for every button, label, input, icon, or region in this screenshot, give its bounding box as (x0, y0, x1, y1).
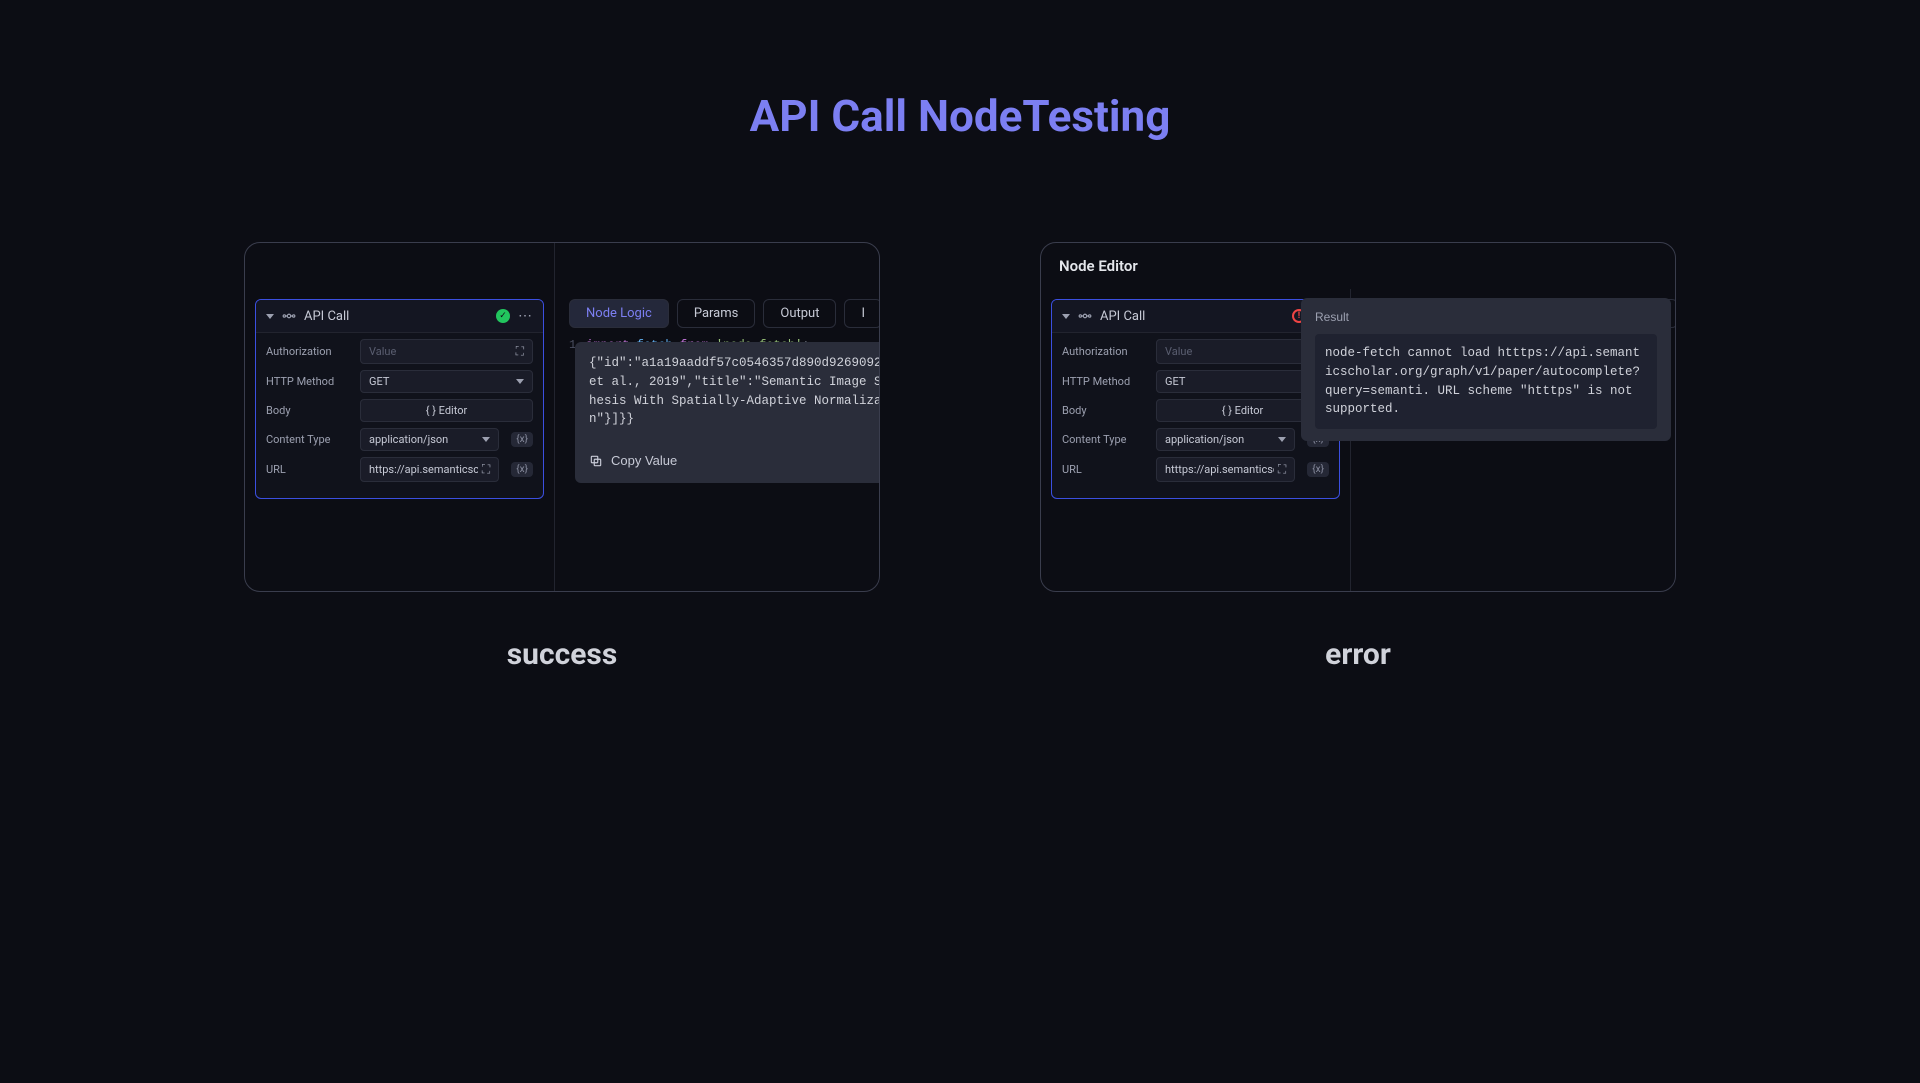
api-call-node-card[interactable]: API Call ! ⋯ Authorization Value ⛶ (1051, 299, 1340, 499)
http-method-select[interactable]: GET (360, 370, 533, 393)
page-title: API Call NodeTesting (0, 90, 1920, 142)
http-method-label: HTTP Method (266, 375, 352, 388)
body-label: Body (266, 404, 352, 417)
node-pane: API Call ✓ ⋯ Authorization Value ⛶ (245, 243, 555, 591)
variable-chip[interactable]: {x} (511, 432, 533, 447)
url-label: URL (266, 463, 352, 476)
authorization-input[interactable]: Value ⛶ (360, 339, 533, 364)
status-success-icon: ✓ (496, 309, 510, 323)
chevron-down-icon (516, 379, 524, 384)
tab-output[interactable]: Output (763, 299, 836, 328)
chevron-down-icon (482, 437, 490, 442)
chevron-down-icon (1278, 437, 1286, 442)
success-caption: success (507, 637, 618, 672)
url-label: URL (1062, 463, 1148, 476)
copy-icon (589, 454, 603, 468)
collapse-caret-icon[interactable] (266, 314, 274, 319)
expand-icon[interactable]: ⛶ (482, 462, 490, 477)
http-method-label: HTTP Method (1062, 375, 1148, 388)
more-menu-icon[interactable]: ⋯ (518, 308, 533, 324)
authorization-label: Authorization (266, 345, 352, 358)
body-editor-button[interactable]: { } Editor (360, 399, 533, 422)
node-card-header[interactable]: API Call ! ⋯ (1052, 300, 1339, 333)
variable-chip[interactable]: {x} (1307, 462, 1329, 477)
node-title: API Call (1100, 309, 1284, 324)
variable-chip[interactable]: {x} (511, 462, 533, 477)
content-type-select[interactable]: application/json (360, 428, 499, 451)
authorization-label: Authorization (1062, 345, 1148, 358)
expand-icon[interactable]: ⛶ (1278, 462, 1286, 477)
node-type-icon (282, 309, 296, 323)
node-card-header[interactable]: API Call ✓ ⋯ (256, 300, 543, 333)
api-call-node-card[interactable]: API Call ✓ ⋯ Authorization Value ⛶ (255, 299, 544, 499)
expand-icon[interactable]: ⛶ (516, 344, 524, 359)
result-label: Result (1315, 308, 1657, 326)
result-popover: Result node-fetch cannot load htttps://a… (1301, 298, 1671, 441)
content-type-select[interactable]: application/json (1156, 428, 1295, 451)
url-input[interactable]: https://api.semanticsch ⛶ (360, 457, 499, 482)
collapse-caret-icon[interactable] (1062, 314, 1070, 319)
node-type-icon (1078, 309, 1092, 323)
error-caption: error (1325, 637, 1391, 672)
tab-params[interactable]: Params (677, 299, 756, 328)
result-text: {"id":"a1a19aaddf57c0546357d890d9269092b… (589, 354, 880, 429)
panel-header: Node Editor (1041, 243, 1675, 289)
body-label: Body (1062, 404, 1148, 417)
content-type-label: Content Type (1062, 433, 1148, 446)
content-type-label: Content Type (266, 433, 352, 446)
tab-more[interactable]: I (844, 299, 879, 328)
tab-node-logic[interactable]: Node Logic (569, 299, 669, 328)
success-panel: API Call ✓ ⋯ Authorization Value ⛶ (244, 242, 880, 592)
url-input[interactable]: htttps://api.semanticsch ⛶ (1156, 457, 1295, 482)
node-title: API Call (304, 309, 488, 324)
error-panel: Node Editor API Call ! ⋯ (1040, 242, 1676, 592)
result-popover: {"id":"a1a19aaddf57c0546357d890d9269092b… (575, 342, 880, 483)
copy-value-button[interactable]: Copy Value (589, 441, 880, 471)
editor-tabs: Node Logic Params Output I (569, 299, 879, 328)
error-text: node-fetch cannot load htttps://api.sema… (1315, 334, 1657, 429)
